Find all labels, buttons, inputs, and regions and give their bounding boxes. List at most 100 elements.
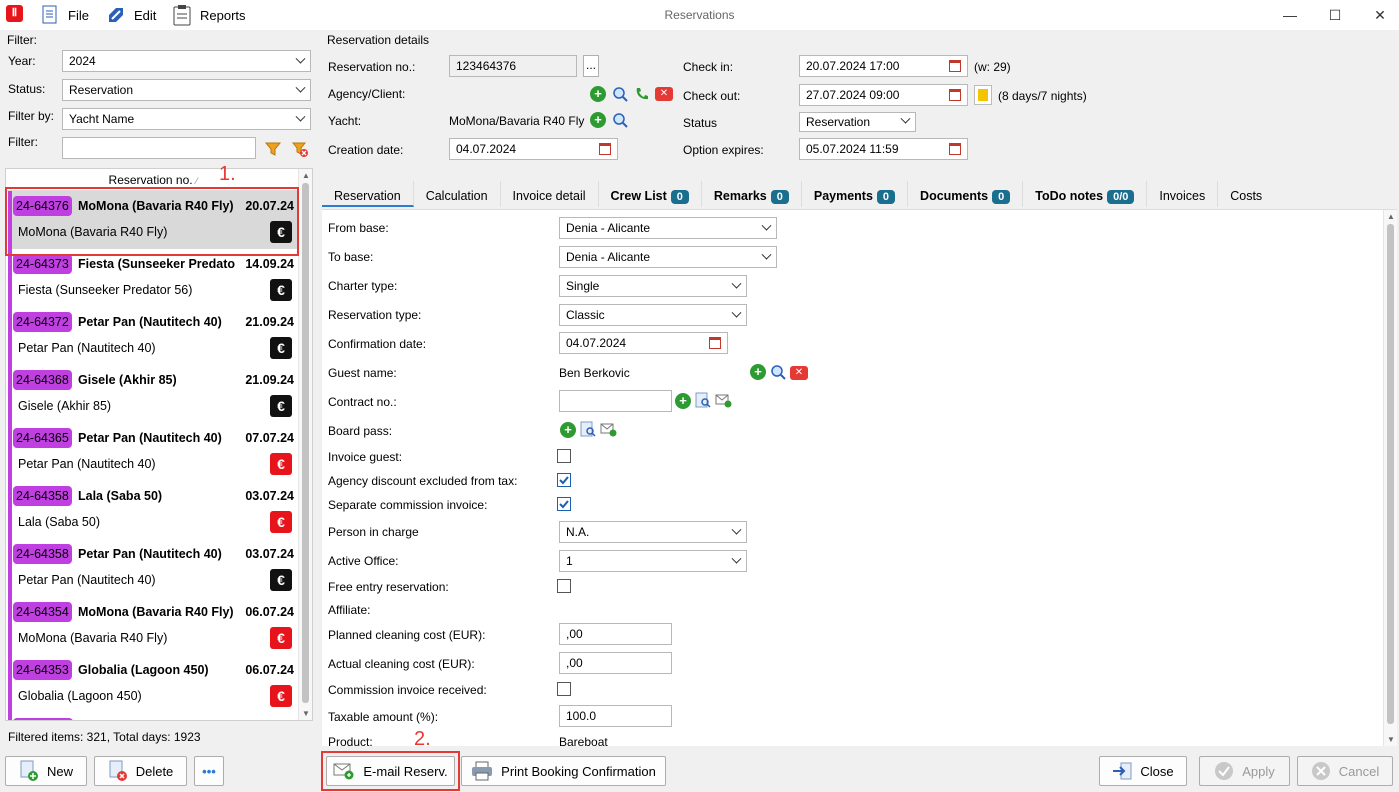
tab-label: Invoices bbox=[1159, 188, 1206, 203]
list-item[interactable]: 24-64358 Petar Pan (Nautitech 40) 03.07.24… bbox=[8, 539, 300, 597]
add-board-pass-icon[interactable]: + bbox=[560, 422, 576, 438]
view-board-pass-icon[interactable] bbox=[580, 421, 597, 441]
charter-type-select[interactable]: Single bbox=[559, 275, 747, 297]
commission-received-checkbox[interactable] bbox=[557, 682, 571, 696]
taxable-amount-label: Taxable amount (%): bbox=[328, 710, 439, 724]
status-detail-select[interactable]: Reservation bbox=[799, 112, 916, 132]
reservation-type-select[interactable]: Classic bbox=[559, 304, 747, 326]
check-in-field[interactable]: 20.07.2024 17:00 bbox=[799, 55, 968, 77]
agency-discount-checkbox[interactable] bbox=[557, 473, 571, 487]
reservation-id-badge: 24-64365 bbox=[13, 428, 72, 448]
person-in-charge-select[interactable]: N.A. bbox=[559, 521, 747, 543]
add-contract-icon[interactable]: + bbox=[675, 393, 691, 409]
calendar-icon[interactable] bbox=[599, 143, 611, 155]
tab-label: ToDo notes bbox=[1035, 188, 1104, 203]
reservation-id-badge: 24-64372 bbox=[13, 312, 72, 332]
check-out-field[interactable]: 27.07.2024 09:00 bbox=[799, 84, 968, 106]
printer-icon bbox=[472, 761, 493, 781]
scroll-up-icon: ▲ bbox=[302, 171, 310, 180]
list-scrollbar[interactable]: ▲ ▼ bbox=[298, 169, 312, 720]
option-expires-field[interactable]: 05.07.2024 11:59 bbox=[799, 138, 968, 160]
list-item[interactable]: 24-64358 Lala (Saba 50) 03.07.24 Lala (Saba… bbox=[8, 481, 300, 539]
reservation-id-badge: 24-64358 bbox=[13, 544, 72, 564]
calendar-icon[interactable] bbox=[709, 337, 721, 349]
email-contract-icon[interactable] bbox=[715, 392, 732, 412]
to-base-select[interactable]: Denia - Alicante bbox=[559, 246, 777, 268]
check-in-note: (w: 29) bbox=[974, 60, 1011, 74]
view-contract-icon[interactable] bbox=[695, 392, 712, 412]
add-guest-icon[interactable]: + bbox=[750, 364, 766, 380]
tab-count-badge: 0 bbox=[876, 189, 896, 204]
year-select[interactable]: 2024 bbox=[62, 50, 311, 72]
from-base-select[interactable]: Denia - Alicante bbox=[559, 217, 777, 239]
euro-payment-icon: € bbox=[270, 627, 292, 649]
euro-payment-icon: € bbox=[270, 511, 292, 533]
filter-apply-button[interactable] bbox=[262, 139, 284, 159]
free-entry-checkbox[interactable] bbox=[557, 579, 571, 593]
active-office-select[interactable]: 1 bbox=[559, 550, 747, 572]
filter-by-select[interactable]: Yacht Name bbox=[62, 108, 311, 130]
confirmation-date-field[interactable]: 04.07.2024 bbox=[559, 332, 728, 354]
tab-remarks[interactable]: Remarks 0 bbox=[702, 180, 802, 207]
tab-costs[interactable]: Costs bbox=[1218, 181, 1274, 207]
more-icon: ••• bbox=[202, 763, 216, 779]
free-entry-label: Free entry reservation: bbox=[328, 580, 449, 594]
list-item[interactable]: 24-64373 Fiesta (Sunseeker Predato 14.09.2… bbox=[8, 249, 300, 307]
add-agency-icon[interactable]: + bbox=[590, 86, 606, 102]
agency-discount-label: Agency discount excluded from tax: bbox=[328, 474, 518, 488]
add-yacht-icon[interactable]: + bbox=[590, 112, 606, 128]
scroll-thumb[interactable] bbox=[1387, 224, 1394, 724]
close-window-button[interactable]: ✕ bbox=[1360, 4, 1399, 26]
taxable-amount-input[interactable]: 100.0 bbox=[559, 705, 672, 727]
tab-crew-list[interactable]: Crew List 0 bbox=[599, 180, 702, 207]
new-button[interactable]: New bbox=[5, 756, 87, 786]
minimize-button[interactable]: — bbox=[1270, 4, 1310, 26]
remove-guest-icon[interactable]: ✕ bbox=[790, 366, 808, 380]
calendar-icon[interactable] bbox=[949, 143, 961, 155]
maximize-button[interactable]: ☐ bbox=[1315, 4, 1355, 26]
scroll-thumb[interactable] bbox=[302, 183, 309, 703]
close-button[interactable]: Close bbox=[1099, 756, 1187, 786]
contract-no-input[interactable] bbox=[559, 390, 672, 412]
to-base-label: To base: bbox=[328, 250, 374, 264]
note-icon[interactable] bbox=[974, 85, 992, 105]
calendar-icon[interactable] bbox=[949, 60, 961, 72]
filter-input[interactable] bbox=[62, 137, 256, 159]
tab-invoice-detail[interactable]: Invoice detail bbox=[501, 180, 599, 207]
status-select[interactable]: Reservation bbox=[62, 79, 311, 101]
list-item[interactable]: 24-64365 Petar Pan (Nautitech 40) 07.07.24… bbox=[8, 423, 300, 481]
actual-cleaning-input[interactable]: ,00 bbox=[559, 652, 672, 674]
apply-button[interactable]: Apply bbox=[1199, 756, 1290, 786]
search-agency-icon[interactable] bbox=[612, 86, 629, 106]
print-confirmation-button[interactable]: Print Booking Confirmation bbox=[461, 756, 666, 786]
tab-todo-notes[interactable]: ToDo notes 0/0 bbox=[1023, 180, 1148, 207]
planned-cleaning-input[interactable]: ,00 bbox=[559, 623, 672, 645]
tab-documents[interactable]: Documents 0 bbox=[908, 180, 1024, 207]
delete-button[interactable]: Delete bbox=[94, 756, 187, 786]
tab-payments[interactable]: Payments 0 bbox=[802, 180, 909, 207]
charter-type-value: Single bbox=[566, 279, 600, 293]
tab-reservation[interactable]: Reservation bbox=[322, 180, 414, 207]
invoice-guest-checkbox[interactable] bbox=[557, 449, 571, 463]
remove-agency-icon[interactable]: ✕ bbox=[655, 87, 673, 101]
list-item[interactable]: 24-64368 Gisele (Akhir 85) 21.09.24 Gisele … bbox=[8, 365, 300, 423]
calendar-icon[interactable] bbox=[949, 89, 961, 101]
email-board-pass-icon[interactable] bbox=[600, 421, 617, 441]
list-item[interactable]: 24-64354 MoMona (Bavaria R40 Fly) 06.07.24… bbox=[8, 597, 300, 655]
cancel-button[interactable]: Cancel bbox=[1297, 756, 1393, 786]
more-button[interactable]: ••• bbox=[194, 756, 224, 786]
panel-scrollbar[interactable]: ▲ ▼ bbox=[1383, 210, 1397, 746]
reservation-no-more-button[interactable]: ... bbox=[583, 55, 599, 77]
search-yacht-icon[interactable] bbox=[612, 112, 629, 132]
tab-invoices[interactable]: Invoices bbox=[1147, 180, 1219, 207]
separate-commission-checkbox[interactable] bbox=[557, 497, 571, 511]
tab-calculation[interactable]: Calculation bbox=[414, 180, 501, 207]
search-guest-icon[interactable] bbox=[770, 364, 787, 384]
list-item[interactable]: 24-64353 Globalia (Lagoon 450) 06.07.24 Glo… bbox=[8, 655, 300, 713]
phone-icon[interactable] bbox=[634, 86, 650, 105]
list-item-partial[interactable] bbox=[8, 713, 300, 720]
list-item[interactable]: 24-64372 Petar Pan (Nautitech 40) 21.09.24… bbox=[8, 307, 300, 365]
checkmark-icon bbox=[559, 500, 569, 509]
filter-clear-button[interactable] bbox=[289, 139, 311, 159]
creation-date-field[interactable]: 04.07.2024 bbox=[449, 138, 618, 160]
